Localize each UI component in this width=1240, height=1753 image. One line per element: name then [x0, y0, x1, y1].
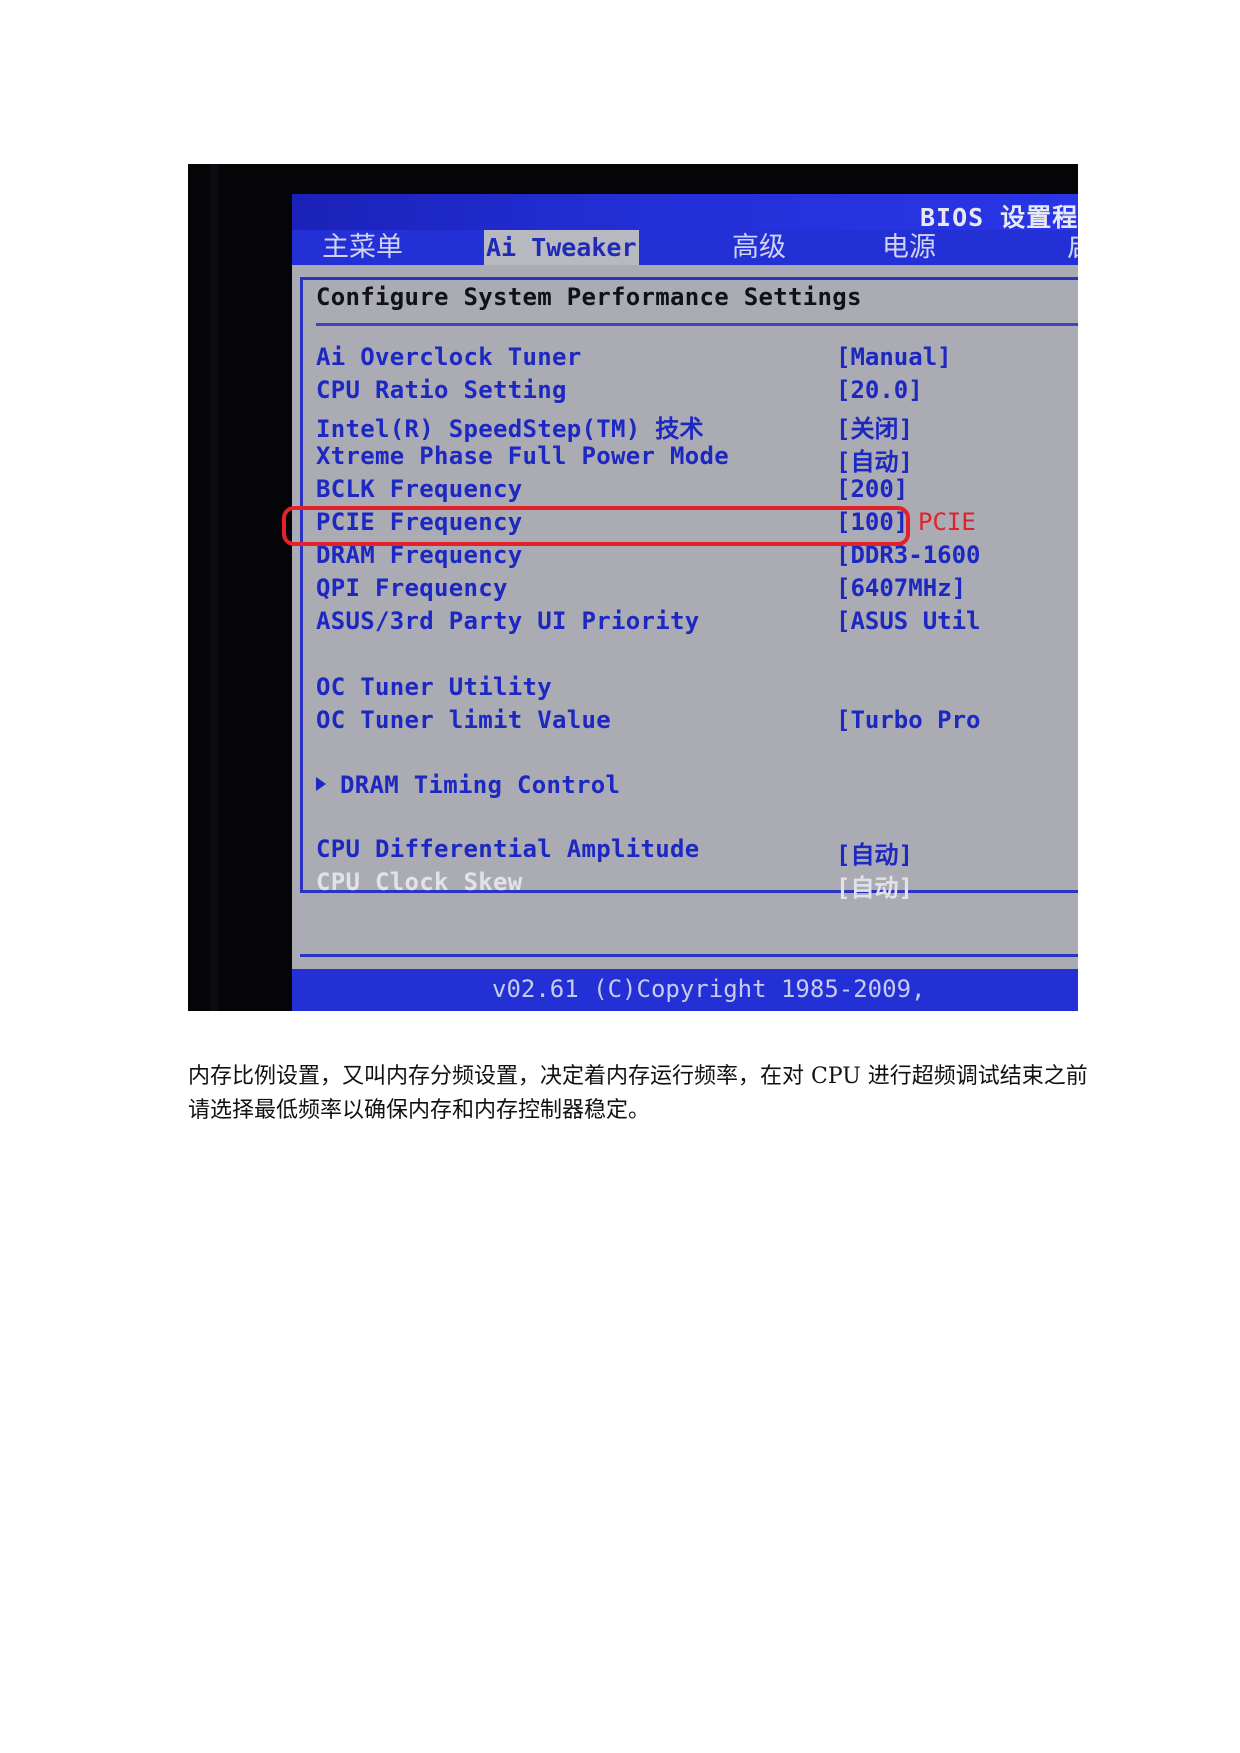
- tab-advanced[interactable]: 高级: [732, 230, 786, 265]
- settings-panel: Configure System Performance Settings Ai…: [282, 265, 1078, 965]
- submenu-label-wrap: DRAM Timing Control: [316, 771, 620, 799]
- setting-value[interactable]: [自动]: [836, 835, 913, 870]
- setting-row-cpu-ratio[interactable]: CPU Ratio Setting [20.0]: [316, 376, 1078, 408]
- setting-row-bclk[interactable]: BCLK Frequency [200]: [316, 475, 1078, 507]
- setting-row-speedstep[interactable]: Intel(R) SpeedStep(TM) 技术 [关闭]: [316, 409, 1078, 444]
- setting-label: CPU Differential Amplitude: [316, 835, 700, 863]
- title-divider: [316, 323, 1078, 326]
- setting-value[interactable]: [Turbo Pro: [836, 706, 981, 734]
- setting-row-cpu-diff-amplitude[interactable]: CPU Differential Amplitude [自动]: [316, 835, 1078, 870]
- tab-ai-tweaker[interactable]: Ai Tweaker: [484, 230, 639, 265]
- setting-label: OC Tuner Utility: [316, 673, 552, 701]
- pcie-highlight-circle: [282, 506, 910, 546]
- setting-label: ASUS/3rd Party UI Priority: [316, 607, 700, 635]
- box-bottom-border: [300, 954, 1078, 957]
- setting-label: CPU Clock Skew: [316, 868, 523, 896]
- tab-boot[interactable]: 启: [1067, 230, 1078, 265]
- bios-footer: v02.61 (C)Copyright 1985-2009,: [292, 969, 1078, 1011]
- setting-row-xtreme-phase[interactable]: Xtreme Phase Full Power Mode [自动]: [316, 442, 1078, 477]
- setting-label: BCLK Frequency: [316, 475, 523, 503]
- setting-value[interactable]: [20.0]: [836, 376, 923, 404]
- setting-value[interactable]: [自动]: [836, 442, 913, 477]
- setting-row-oc-tuner-limit[interactable]: OC Tuner limit Value [Turbo Pro: [316, 706, 1078, 738]
- bios-title: BIOS 设置程: [920, 203, 1078, 232]
- setting-value[interactable]: [200]: [836, 475, 908, 503]
- submenu-dram-timing[interactable]: DRAM Timing Control: [316, 771, 1078, 803]
- copyright-text: v02.61 (C)Copyright 1985-2009,: [492, 975, 926, 1003]
- setting-value[interactable]: [6407MHz]: [836, 574, 966, 602]
- setting-row-oc-tuner-utility[interactable]: OC Tuner Utility: [316, 673, 1078, 705]
- setting-label: Ai Overclock Tuner: [316, 343, 582, 371]
- setting-label: CPU Ratio Setting: [316, 376, 567, 404]
- setting-row-ui-priority[interactable]: ASUS/3rd Party UI Priority [ASUS Util: [316, 607, 1078, 639]
- bios-tab-bar: 主菜单 Ai Tweaker 高级 电源 启: [292, 230, 1078, 265]
- pcie-annotation: PCIE: [918, 508, 976, 536]
- setting-label: Intel(R) SpeedStep(TM) 技术: [316, 415, 704, 443]
- monitor-bezel: [210, 164, 218, 1011]
- tab-main-menu[interactable]: 主菜单: [322, 230, 403, 265]
- setting-row-cpu-clock-skew: CPU Clock Skew [自动]: [316, 868, 1078, 902]
- setting-value[interactable]: [Manual]: [836, 343, 952, 371]
- setting-label: QPI Frequency: [316, 574, 508, 602]
- setting-value[interactable]: [关闭]: [836, 409, 913, 444]
- caption-paragraph: 内存比例设置，又叫内存分频设置，决定着内存运行频率，在对 CPU 进行超频调试结…: [188, 1064, 1088, 1123]
- tab-power[interactable]: 电源: [882, 230, 936, 265]
- bios-screen: BIOS 设置程 主菜单 Ai Tweaker 高级 电源 启 Configur…: [282, 194, 1078, 1011]
- submenu-label: DRAM Timing Control: [340, 771, 621, 799]
- setting-value[interactable]: [ASUS Util: [836, 607, 981, 635]
- setting-row-ai-overclock-tuner[interactable]: Ai Overclock Tuner [Manual]: [316, 343, 1078, 375]
- setting-row-qpi[interactable]: QPI Frequency [6407MHz]: [316, 574, 1078, 606]
- panel-title: Configure System Performance Settings: [316, 283, 862, 311]
- setting-label: OC Tuner limit Value: [316, 706, 611, 734]
- submenu-arrow-icon: [316, 777, 326, 791]
- bios-photo: BIOS 设置程 主菜单 Ai Tweaker 高级 电源 启 Configur…: [188, 164, 1078, 1011]
- bios-header: BIOS 设置程: [292, 194, 1078, 232]
- setting-label: Xtreme Phase Full Power Mode: [316, 442, 729, 470]
- setting-value: [自动]: [836, 874, 913, 902]
